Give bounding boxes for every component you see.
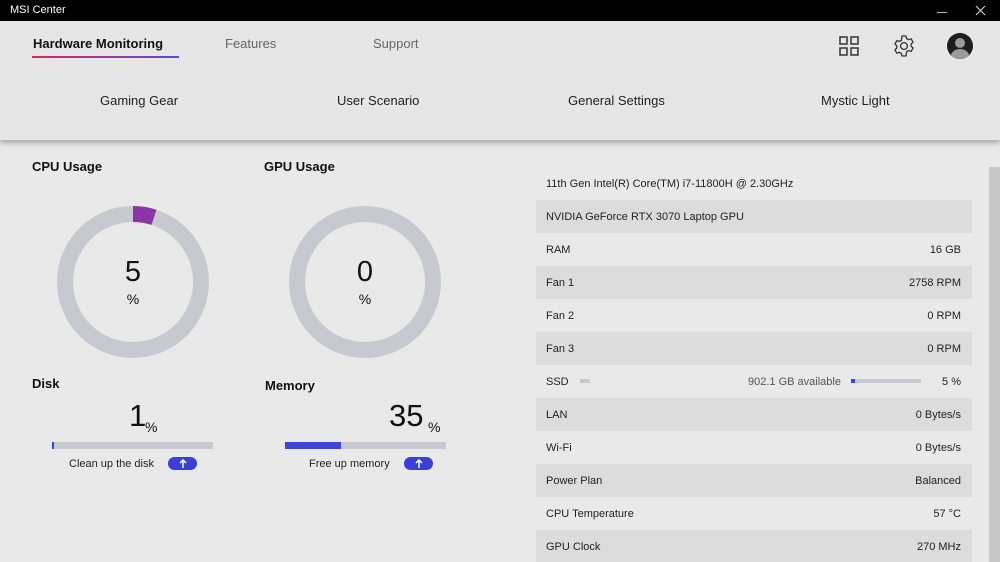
gpu-usage-title: GPU Usage: [264, 159, 335, 174]
disk-usage-bar-fill: [52, 442, 54, 449]
info-row-power-plan: Power Plan Balanced: [536, 464, 972, 497]
ssd-usage-bar-fill: [851, 379, 855, 383]
disk-usage-unit: %: [145, 419, 158, 435]
info-label: Fan 3: [546, 343, 575, 355]
close-button[interactable]: [960, 0, 1000, 21]
clean-up-disk-button[interactable]: [168, 457, 197, 470]
info-row-gpu-clock: GPU Clock 270 MHz: [536, 530, 972, 562]
info-value: 0 RPM: [927, 310, 961, 322]
cpu-usage-value: 5: [124, 256, 142, 288]
subnav-general-settings[interactable]: General Settings: [568, 93, 665, 108]
info-value: 0 Bytes/s: [915, 409, 961, 421]
memory-usage-unit: %: [428, 419, 441, 435]
tab-support[interactable]: Support: [373, 36, 419, 51]
memory-usage-bar-fill: [285, 442, 342, 449]
info-value: 0 Bytes/s: [915, 442, 961, 454]
minimize-button[interactable]: [922, 0, 962, 21]
info-row-wifi: Wi-Fi 0 Bytes/s: [536, 431, 972, 464]
memory-usage-bar: [285, 442, 446, 449]
minimize-icon: [937, 12, 947, 13]
info-label: GPU Clock: [546, 541, 601, 553]
info-row-fan-3: Fan 3 0 RPM: [536, 332, 972, 365]
cpu-usage-title: CPU Usage: [32, 159, 103, 174]
cpu-usage-unit: %: [126, 291, 140, 307]
info-label: Fan 1: [546, 277, 575, 289]
close-icon: [975, 5, 985, 16]
grid-icon: [839, 36, 859, 56]
settings-button[interactable]: [891, 33, 917, 59]
memory-title: Memory: [265, 378, 315, 393]
app-header: Hardware Monitoring Features Support Gam…: [0, 21, 1000, 140]
gpu-usage-unit: %: [358, 291, 372, 307]
gpu-usage-value: 0: [356, 256, 374, 288]
info-label: LAN: [546, 409, 568, 421]
info-row-gpu: NVIDIA GeForce RTX 3070 Laptop GPU: [536, 200, 972, 233]
info-value: 5 %: [942, 376, 961, 388]
ssd-indicator: [580, 379, 590, 383]
info-row-fan-2: Fan 2 0 RPM: [536, 299, 972, 332]
clean-up-disk-label: Clean up the disk: [69, 458, 154, 470]
memory-usage-value: 35: [389, 398, 424, 433]
info-value: 2758 RPM: [909, 277, 961, 289]
free-up-memory-button[interactable]: [404, 457, 433, 470]
info-value: 57 °C: [933, 508, 961, 520]
system-info-panel: 11th Gen Intel(R) Core(TM) i7-11800H @ 2…: [536, 167, 972, 562]
disk-title: Disk: [32, 376, 60, 391]
info-row-cpu: 11th Gen Intel(R) Core(TM) i7-11800H @ 2…: [536, 167, 972, 200]
cpu-model-label: 11th Gen Intel(R) Core(TM) i7-11800H @ 2…: [546, 178, 794, 190]
ssd-available-text: 902.1 GB available: [748, 376, 841, 388]
tab-hardware-monitoring[interactable]: Hardware Monitoring: [33, 36, 163, 51]
grid-button[interactable]: [836, 33, 862, 59]
info-label: Fan 2: [546, 310, 575, 322]
avatar-icon: [955, 38, 965, 48]
tab-features[interactable]: Features: [225, 36, 276, 51]
title-bar: MSI Center: [0, 0, 1000, 21]
info-row-fan-1: Fan 1 2758 RPM: [536, 266, 972, 299]
info-panel-scrollbar[interactable]: [989, 167, 1000, 562]
disk-usage-value: 1: [129, 398, 147, 433]
info-label: Wi-Fi: [546, 442, 572, 454]
active-tab-indicator: [32, 56, 179, 58]
disk-usage-bar: [52, 442, 213, 449]
gpu-model-label: NVIDIA GeForce RTX 3070 Laptop GPU: [546, 211, 744, 223]
info-row-lan: LAN 0 Bytes/s: [536, 398, 972, 431]
info-label: RAM: [546, 244, 571, 256]
subnav-user-scenario[interactable]: User Scenario: [337, 93, 419, 108]
info-value: 270 MHz: [916, 541, 961, 553]
info-row-ram: RAM 16 GB: [536, 233, 972, 266]
arrow-up-icon: [414, 458, 423, 468]
info-label: Power Plan: [546, 475, 603, 487]
info-row-ssd: SSD 902.1 GB available 5 %: [536, 365, 972, 398]
info-label: CPU Temperature: [546, 508, 634, 520]
user-avatar-button[interactable]: [947, 33, 973, 59]
info-label: SSD: [546, 376, 569, 388]
subnav-mystic-light[interactable]: Mystic Light: [821, 93, 890, 108]
arrow-up-icon: [178, 458, 187, 468]
info-value: Balanced: [915, 475, 961, 487]
window-title: MSI Center: [10, 4, 66, 16]
info-value: 0 RPM: [927, 343, 961, 355]
free-up-memory-label: Free up memory: [309, 458, 390, 470]
gear-icon: [894, 35, 914, 57]
info-value: 16 GB: [929, 244, 961, 256]
ssd-usage-bar: [851, 379, 921, 383]
info-row-cpu-temperature: CPU Temperature 57 °C: [536, 497, 972, 530]
subnav-gaming-gear[interactable]: Gaming Gear: [100, 93, 178, 108]
